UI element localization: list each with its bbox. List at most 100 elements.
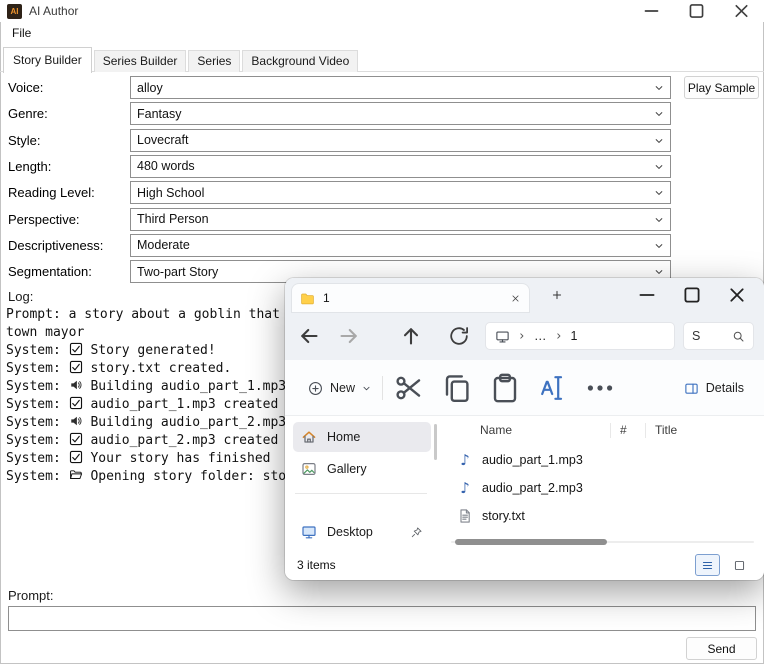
refresh-button[interactable]: [447, 324, 471, 348]
details-button[interactable]: Details: [674, 372, 754, 404]
explorer-maximize-button[interactable]: [675, 283, 709, 307]
breadcrumb-ellipsis[interactable]: …: [534, 329, 547, 343]
play-sample-button[interactable]: Play Sample: [684, 76, 759, 99]
horizontal-scrollbar[interactable]: [451, 539, 754, 545]
search-icon: [732, 330, 745, 343]
audio-icon: ♪: [460, 451, 470, 469]
chevron-right-icon: [554, 331, 564, 341]
explorer-tab-title: 1: [323, 291, 330, 305]
field-label-style: Style:: [8, 132, 41, 148]
length-combobox[interactable]: 480 words: [130, 154, 671, 178]
reading-level-combobox[interactable]: High School: [130, 181, 671, 205]
file-pane: Name # Title ♪ audio_part_1.mp3 ♪ audio_part_…: [445, 416, 764, 550]
sidebar-item-label: Gallery: [327, 462, 367, 476]
chevron-down-icon: [654, 241, 664, 251]
copy-button[interactable]: [441, 372, 473, 404]
new-tab-button[interactable]: [551, 289, 563, 301]
tab-close-icon[interactable]: [510, 293, 521, 304]
maximize-button[interactable]: [674, 0, 719, 22]
file-list: ♪ audio_part_1.mp3 ♪ audio_part_2.mp3 story.…: [445, 446, 764, 530]
details-button-label: Details: [705, 381, 744, 395]
field-label-reading-level: Reading Level:: [8, 185, 95, 201]
speaker-icon: [69, 378, 83, 392]
sidebar-item-gallery[interactable]: Gallery: [293, 454, 431, 484]
forward-button[interactable]: [337, 324, 361, 348]
file-row-story-txt[interactable]: story.txt: [445, 502, 764, 530]
column-header-col1[interactable]: #: [620, 423, 627, 437]
column-header-name[interactable]: Name: [480, 423, 512, 437]
log-line-prefix: System:: [6, 343, 69, 358]
combobox-value: Fantasy: [137, 106, 182, 121]
explorer-chrome: 1 … 1 S: [285, 278, 764, 360]
scrollbar-thumb[interactable]: [455, 539, 607, 545]
paste-button[interactable]: [489, 372, 521, 404]
column-divider: [610, 423, 611, 438]
check-icon: [69, 396, 83, 410]
menu-file[interactable]: File: [5, 24, 38, 42]
form-row: Style: Lovecraft: [0, 128, 764, 152]
chevron-down-icon: [654, 83, 664, 93]
grid-view-icon: [733, 559, 746, 572]
chevron-down-icon: [654, 215, 664, 225]
explorer-tab[interactable]: 1: [292, 284, 529, 312]
back-button[interactable]: [297, 324, 321, 348]
prompt-input[interactable]: [8, 606, 756, 631]
more-options-button[interactable]: [584, 372, 616, 404]
form-row: Voice: alloy: [0, 76, 764, 99]
menu-bar: File: [0, 22, 764, 44]
tab-background-video[interactable]: Background Video: [242, 50, 359, 72]
genre-combobox[interactable]: Fantasy: [130, 102, 671, 126]
sidebar-item-desktop[interactable]: Desktop: [293, 517, 431, 547]
rename-button[interactable]: [537, 372, 569, 404]
list-view-icon: [701, 559, 714, 572]
titlebar: AI AI Author: [0, 0, 764, 22]
field-label-genre: Genre:: [8, 106, 48, 122]
up-button[interactable]: [399, 324, 423, 348]
cut-button[interactable]: [393, 372, 425, 404]
tab-story-builder[interactable]: Story Builder: [3, 47, 92, 73]
file-row-audio-part-1-mp3[interactable]: ♪ audio_part_1.mp3: [445, 446, 764, 474]
app-logo-icon: AI: [7, 3, 22, 19]
log-line-prefix: System:: [6, 433, 69, 448]
form-row: Genre: Fantasy: [0, 102, 764, 126]
icons-view-button[interactable]: [727, 554, 752, 576]
log-label: Log:: [8, 289, 34, 304]
send-button[interactable]: Send: [686, 637, 757, 660]
list-view-button[interactable]: [695, 554, 720, 576]
explorer-minimize-button[interactable]: [630, 283, 664, 307]
log-line-text: Opening story folder: sto: [90, 469, 287, 484]
sidebar-scrollbar[interactable]: [434, 424, 437, 460]
explorer-close-button[interactable]: [720, 283, 754, 307]
style-combobox[interactable]: Lovecraft: [130, 128, 671, 152]
search-text: S: [692, 329, 701, 343]
plus-circle-icon: [308, 381, 323, 396]
log-line-text: audio_part_2.mp3 created: [90, 433, 279, 448]
form-row: Perspective: Third Person: [0, 207, 764, 231]
form-row: Length: 480 words: [0, 154, 764, 178]
sidebar-item-label: Desktop: [327, 525, 373, 539]
chevron-down-icon: [654, 109, 664, 119]
breadcrumb-current[interactable]: 1: [571, 329, 578, 343]
chevron-right-icon: [517, 331, 527, 341]
column-header-title[interactable]: Title: [655, 423, 677, 437]
sidebar-divider: [295, 493, 427, 494]
explorer-body: Home Gallery Desktop Name # Title ♪ audio_par…: [285, 416, 764, 550]
combobox-value: Lovecraft: [137, 133, 189, 148]
log-line-text: Prompt: a story about a goblin that: [6, 307, 280, 322]
tab-series-builder[interactable]: Series Builder: [93, 50, 187, 72]
minimize-button[interactable]: [629, 0, 674, 22]
address-bar[interactable]: … 1: [485, 322, 675, 350]
sidebar-item-home[interactable]: Home: [293, 422, 431, 452]
search-box[interactable]: S: [683, 322, 754, 350]
log-line-prefix: System:: [6, 397, 69, 412]
combobox-value: Two-part Story: [137, 264, 219, 279]
new-button[interactable]: New: [297, 372, 382, 404]
voice-combobox[interactable]: alloy: [130, 76, 671, 99]
home-icon: [301, 429, 317, 445]
descriptiveness-combobox[interactable]: Moderate: [130, 233, 671, 257]
toolbar-divider: [382, 376, 383, 400]
perspective-combobox[interactable]: Third Person: [130, 207, 671, 231]
tab-series[interactable]: Series: [188, 50, 241, 72]
file-row-audio-part-2-mp3[interactable]: ♪ audio_part_2.mp3: [445, 474, 764, 502]
close-button[interactable]: [719, 0, 764, 22]
